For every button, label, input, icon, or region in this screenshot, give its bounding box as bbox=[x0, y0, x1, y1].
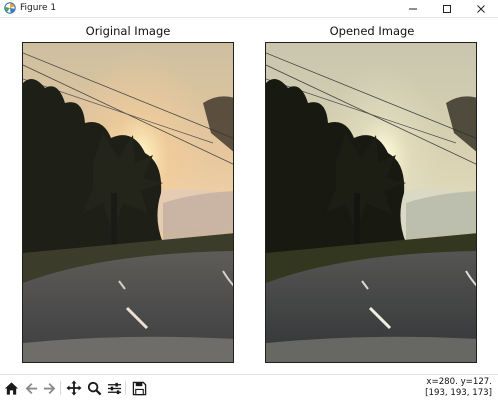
window-title: Figure 1 bbox=[20, 3, 57, 13]
back-button[interactable] bbox=[21, 378, 41, 398]
home-icon bbox=[4, 381, 18, 395]
navigation-toolbar bbox=[0, 374, 498, 401]
cursor-coordinates: x=280. y=127. bbox=[426, 377, 492, 387]
save-icon bbox=[132, 381, 146, 395]
maximize-icon bbox=[443, 4, 451, 13]
zoom-icon bbox=[87, 381, 101, 395]
cursor-pixel-value: [193, 193, 173] bbox=[425, 387, 492, 398]
configure-subplots-button[interactable] bbox=[104, 378, 124, 398]
toolbar-separator bbox=[125, 381, 126, 395]
zoom-button[interactable] bbox=[84, 378, 104, 398]
maximize-button[interactable] bbox=[430, 0, 464, 17]
original-image bbox=[22, 42, 234, 363]
close-icon bbox=[477, 4, 485, 13]
toolbar-separator bbox=[60, 381, 61, 395]
window-titlebar: Figure 1 bbox=[0, 0, 498, 18]
pan-icon bbox=[66, 380, 82, 396]
matplotlib-figure-icon bbox=[4, 2, 16, 14]
close-button[interactable] bbox=[464, 0, 498, 17]
home-button[interactable] bbox=[1, 378, 21, 398]
original-image-title: Original Image bbox=[85, 24, 171, 38]
back-arrow-icon bbox=[25, 382, 37, 394]
minimize-button[interactable] bbox=[396, 0, 430, 17]
forward-button[interactable] bbox=[39, 378, 59, 398]
configure-subplots-icon bbox=[107, 382, 121, 394]
opened-image-title: Opened Image bbox=[329, 24, 415, 38]
forward-arrow-icon bbox=[43, 382, 55, 394]
opened-image bbox=[265, 42, 477, 363]
cursor-status: x=280. y=127. [193, 193, 173] bbox=[425, 377, 492, 398]
pan-button[interactable] bbox=[64, 378, 84, 398]
minimize-icon bbox=[409, 8, 417, 9]
save-button[interactable] bbox=[129, 378, 149, 398]
